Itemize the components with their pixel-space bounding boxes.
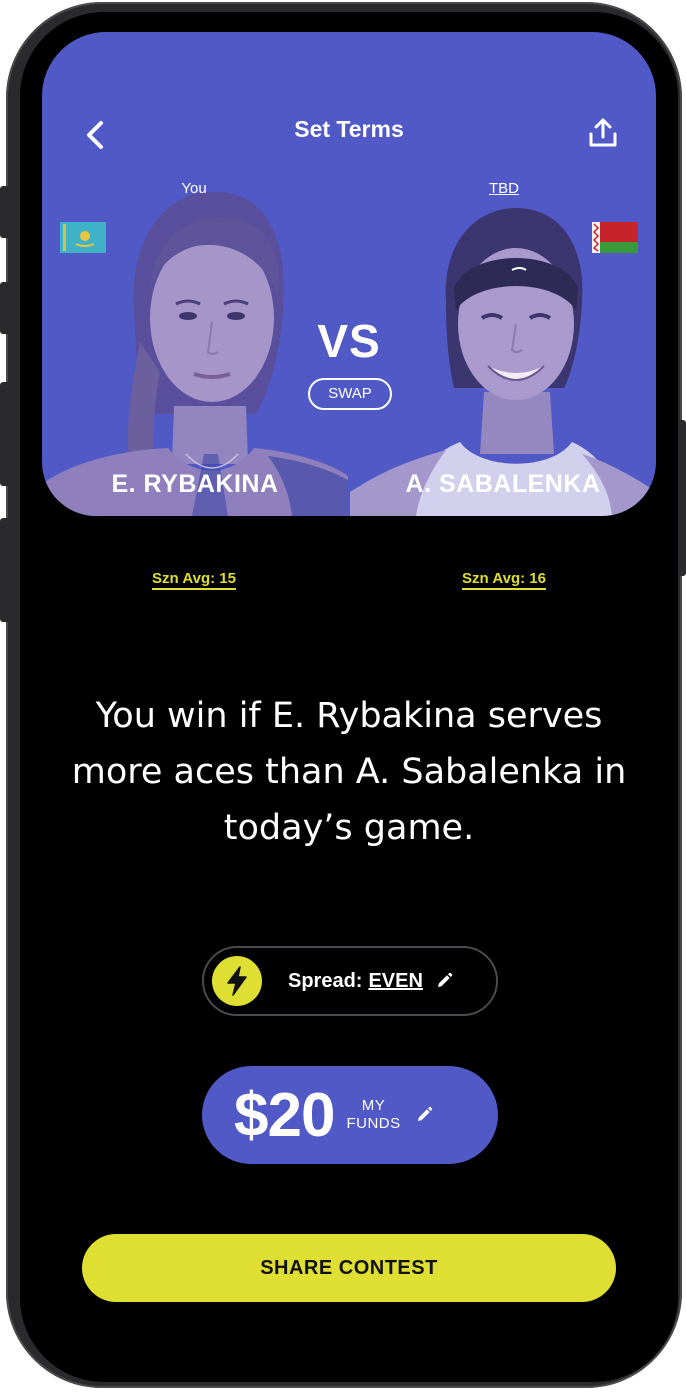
edit-funds-pencil-icon[interactable] bbox=[415, 1106, 433, 1124]
funds-label: MY FUNDS bbox=[346, 1097, 400, 1133]
spread-selector[interactable]: Spread: EVEN bbox=[202, 946, 498, 1016]
player-name-left: E. RYBAKINA bbox=[111, 470, 279, 498]
share-button[interactable] bbox=[586, 116, 620, 150]
contest-statement: You win if E. Rybakina serves more aces … bbox=[71, 696, 627, 848]
funds-selector[interactable]: $20 MY FUNDS bbox=[202, 1066, 498, 1164]
lightning-bolt-icon bbox=[212, 956, 262, 1006]
matchup-card: Set Terms You TBD VS SWAP E. RYBAKINA A.… bbox=[42, 32, 656, 516]
right-side-label[interactable]: TBD bbox=[444, 180, 564, 197]
season-average-right-text[interactable]: Szn Avg: 16 bbox=[462, 570, 546, 590]
season-average-left[interactable]: Szn Avg: 15 bbox=[94, 570, 294, 590]
spread-label: Spread: bbox=[288, 969, 363, 992]
season-average-left-text[interactable]: Szn Avg: 15 bbox=[152, 570, 236, 590]
season-average-right[interactable]: Szn Avg: 16 bbox=[404, 570, 604, 590]
kazakhstan-flag-icon bbox=[60, 222, 106, 253]
share-upload-icon bbox=[589, 118, 617, 147]
edit-spread-pencil-icon[interactable] bbox=[435, 972, 453, 990]
swap-button[interactable]: SWAP bbox=[308, 378, 392, 410]
player-name-right: A. SABALENKA bbox=[405, 470, 601, 498]
spread-value[interactable]: EVEN bbox=[368, 970, 422, 993]
page-title: Set Terms bbox=[294, 116, 404, 142]
belarus-flag-icon bbox=[592, 222, 638, 253]
versus-label: VS bbox=[317, 315, 381, 367]
funds-label-line1: MY bbox=[361, 1097, 386, 1114]
funds-amount: $20 bbox=[234, 1080, 335, 1150]
left-side-label: You bbox=[181, 180, 207, 197]
app-screen: Set Terms You TBD VS SWAP E. RYBAKINA A.… bbox=[20, 12, 678, 1382]
share-contest-button[interactable]: SHARE CONTEST bbox=[82, 1234, 616, 1302]
funds-label-line2: FUNDS bbox=[346, 1115, 401, 1132]
